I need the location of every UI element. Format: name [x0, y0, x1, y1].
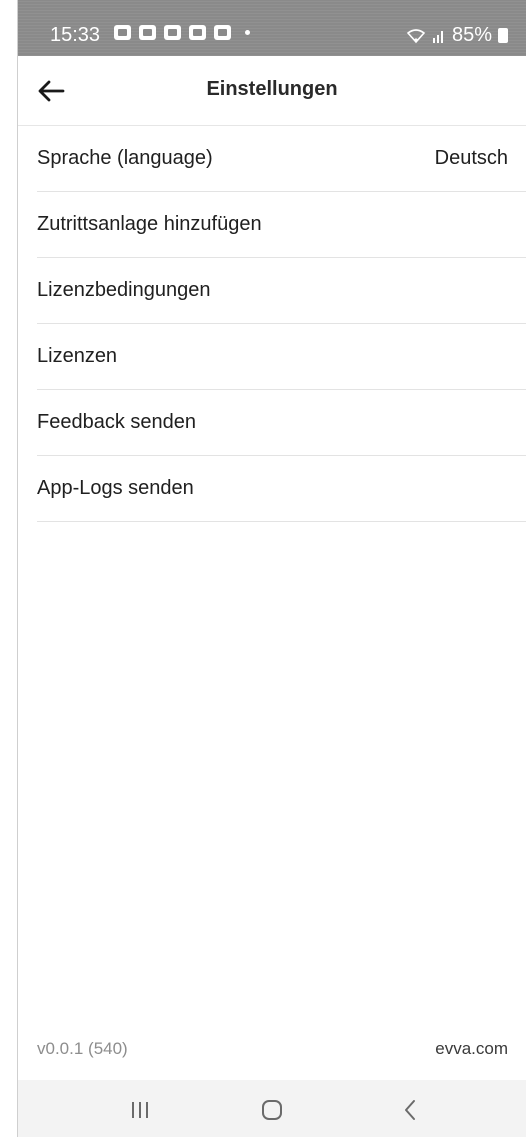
settings-item-licenses[interactable]: Lizenzen	[37, 324, 526, 390]
system-navigation-bar	[18, 1080, 526, 1137]
outlook-icon	[139, 25, 156, 40]
settings-item-label: Sprache (language)	[37, 147, 213, 169]
system-status: 85%	[406, 24, 508, 47]
status-bar: 15:33 85%	[18, 0, 526, 56]
battery-icon	[498, 28, 508, 43]
page-title: Einstellungen	[206, 78, 338, 100]
teams-icon	[114, 25, 131, 40]
status-time: 15:33	[50, 24, 101, 46]
settings-list: Sprache (language) Deutsch Zutrittsanlag…	[37, 126, 526, 522]
website-link[interactable]: evva.com	[435, 1039, 508, 1059]
back-icon	[405, 1100, 415, 1120]
wifi-icon	[406, 28, 426, 43]
home-icon	[262, 1100, 282, 1120]
settings-item-license-terms[interactable]: Lizenzbedingungen	[37, 258, 526, 324]
settings-item-label: Lizenzen	[37, 345, 118, 367]
more-notifications-dot	[245, 30, 250, 35]
settings-item-add-access-system[interactable]: Zutrittsanlage hinzufügen	[37, 192, 526, 258]
calendar-icon	[164, 25, 181, 40]
settings-item-send-feedback[interactable]: Feedback senden	[37, 390, 526, 456]
settings-item-label: Zutrittsanlage hinzufügen	[37, 213, 262, 235]
youtube-icon	[214, 25, 231, 40]
settings-item-label: Feedback senden	[37, 411, 197, 433]
back-button[interactable]	[390, 1096, 430, 1124]
settings-item-send-app-logs[interactable]: App-Logs senden	[37, 456, 526, 522]
notification-icons	[114, 25, 250, 40]
gallery-icon	[189, 25, 206, 40]
recents-icon	[132, 1102, 148, 1118]
language-value: Deutsch	[434, 147, 508, 169]
footer: v0.0.1 (540) evva.com	[37, 1039, 508, 1059]
settings-item-label: Lizenzbedingungen	[37, 279, 211, 301]
home-button[interactable]	[252, 1096, 292, 1124]
app-bar: Einstellungen	[18, 56, 526, 126]
settings-item-language[interactable]: Sprache (language) Deutsch	[37, 126, 526, 192]
app-version: v0.0.1 (540)	[37, 1039, 128, 1058]
settings-item-label: App-Logs senden	[37, 477, 194, 499]
battery-percentage: 85%	[451, 24, 492, 46]
signal-icon	[432, 30, 443, 43]
screen: 15:33 85% Einstellungen Sprache (languag…	[0, 0, 526, 1137]
recents-button[interactable]	[120, 1096, 160, 1124]
window-edge	[0, 0, 18, 1137]
